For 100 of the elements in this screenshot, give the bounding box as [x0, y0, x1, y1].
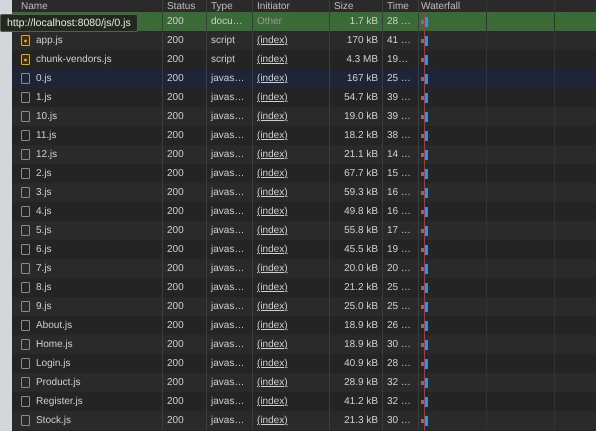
column-header[interactable]: Status — [167, 1, 196, 12]
size-value: 170 kB — [346, 35, 378, 46]
resource-type: javas… — [211, 244, 244, 255]
request-row[interactable]: 7.js 200 javas… (index) 20.0 kB 20 … — [12, 259, 596, 278]
waterfall-bar — [421, 92, 428, 102]
request-row[interactable]: 0.js 200 javas… (index) 167 kB 25 … — [12, 69, 596, 88]
request-row[interactable]: 9.js 200 javas… (index) 25.0 kB 25 … — [12, 297, 596, 316]
initiator-link[interactable]: (index) — [257, 206, 288, 217]
request-name: 0.js — [36, 73, 52, 84]
status-code: 200 — [167, 92, 184, 103]
initiator-link[interactable]: (index) — [257, 54, 288, 65]
request-name: About.js — [36, 320, 72, 331]
size-value: 55.8 kB — [344, 225, 378, 236]
time-value: 26 … — [387, 320, 411, 331]
waterfall-bar — [421, 150, 428, 160]
time-value: 20 … — [387, 263, 411, 274]
initiator-link[interactable]: (index) — [257, 35, 288, 46]
initiator-link[interactable]: (index) — [257, 130, 288, 141]
request-row[interactable]: Home.js 200 javas… (index) 18.9 kB 30 … — [12, 335, 596, 354]
initiator-link[interactable]: (index) — [257, 168, 288, 179]
file-icon — [21, 111, 30, 122]
time-value: 28 … — [387, 16, 411, 27]
file-icon — [21, 225, 30, 236]
column-header[interactable]: Initiator — [257, 1, 290, 12]
waterfall-bar — [421, 282, 428, 292]
initiator-link[interactable]: (index) — [257, 111, 288, 122]
request-name: 5.js — [36, 225, 52, 236]
resource-type: javas… — [211, 130, 244, 141]
time-value: 30 … — [387, 339, 411, 350]
time-value: 39 … — [387, 92, 411, 103]
initiator-link[interactable]: (index) — [257, 225, 288, 236]
initiator-link[interactable]: (index) — [257, 282, 288, 293]
initiator-link[interactable]: (index) — [257, 244, 288, 255]
request-row[interactable]: 12.js 200 javas… (index) 21.1 kB 14 … — [12, 145, 596, 164]
request-row[interactable]: 3.js 200 javas… (index) 59.3 kB 16 … — [12, 183, 596, 202]
initiator-link[interactable]: (index) — [257, 339, 288, 350]
status-code: 200 — [167, 396, 184, 407]
request-row[interactable]: 10.js 200 javas… (index) 19.0 kB 39 … — [12, 107, 596, 126]
time-value: 32 … — [387, 377, 411, 388]
waterfall-bar — [421, 340, 428, 350]
request-row[interactable]: Stock.js 200 javas… (index) 21.3 kB 30 … — [12, 411, 596, 430]
url-tooltip: http://localhost:8080/js/0.js — [0, 14, 138, 32]
initiator-link[interactable]: (index) — [257, 73, 288, 84]
request-name: Register.js — [36, 396, 83, 407]
request-row[interactable]: 5.js 200 javas… (index) 55.8 kB 17 … — [12, 221, 596, 240]
column-header[interactable]: Waterfall — [421, 1, 460, 12]
request-row[interactable]: app.js 200 script (index) 170 kB 41 … — [12, 31, 596, 50]
size-value: 18.9 kB — [344, 339, 378, 350]
request-name: 12.js — [36, 149, 58, 160]
initiator-link[interactable]: (index) — [257, 396, 288, 407]
size-value: 4.3 MB — [346, 54, 378, 65]
request-name: app.js — [36, 35, 63, 46]
waterfall-bar — [421, 74, 428, 84]
request-name: 7.js — [36, 263, 52, 274]
status-code: 200 — [167, 358, 184, 369]
resource-type: javas… — [211, 415, 244, 426]
file-icon — [21, 339, 30, 350]
waterfall-bar — [421, 396, 428, 406]
status-code: 200 — [167, 301, 184, 312]
resource-type: javas… — [211, 263, 244, 274]
status-code: 200 — [167, 73, 184, 84]
size-value: 167 kB — [346, 73, 378, 84]
status-code: 200 — [167, 168, 184, 179]
size-value: 54.7 kB — [344, 92, 378, 103]
column-header[interactable]: Name — [21, 1, 48, 12]
request-name: 10.js — [36, 111, 58, 122]
resource-type: script — [211, 35, 235, 46]
time-value: 39 … — [387, 111, 411, 122]
initiator-link[interactable]: (index) — [257, 320, 288, 331]
status-code: 200 — [167, 282, 184, 293]
file-icon — [21, 92, 30, 103]
initiator-link[interactable]: (index) — [257, 92, 288, 103]
initiator-link[interactable]: (index) — [257, 263, 288, 274]
initiator-link[interactable]: (index) — [257, 358, 288, 369]
resource-type: javas… — [211, 111, 244, 122]
initiator-link[interactable]: (index) — [257, 415, 288, 426]
file-icon — [21, 396, 30, 407]
initiator-link[interactable]: (index) — [257, 187, 288, 198]
resource-type: javas… — [211, 225, 244, 236]
resource-type: javas… — [211, 377, 244, 388]
request-row[interactable]: Product.js 200 javas… (index) 28.9 kB 32 … — [12, 373, 596, 392]
column-header[interactable]: Size — [334, 1, 354, 12]
waterfall-bar — [421, 264, 428, 274]
size-value: 21.2 kB — [344, 282, 378, 293]
initiator-link[interactable]: (index) — [257, 377, 288, 388]
size-value: 21.3 kB — [344, 415, 378, 426]
resource-type: javas… — [211, 320, 244, 331]
column-header[interactable]: Type — [211, 1, 233, 12]
request-name: 3.js — [36, 187, 52, 198]
initiator-link[interactable]: (index) — [257, 301, 288, 312]
file-icon — [21, 206, 30, 217]
resource-type: javas… — [211, 92, 244, 103]
status-code: 200 — [167, 244, 184, 255]
initiator-link[interactable]: (index) — [257, 149, 288, 160]
waterfall-bar — [421, 36, 428, 46]
waterfall-bar — [421, 206, 428, 216]
file-icon — [21, 320, 30, 331]
column-header[interactable]: Time — [387, 1, 409, 12]
resource-type: javas… — [211, 149, 244, 160]
resource-type: javas… — [211, 339, 244, 350]
